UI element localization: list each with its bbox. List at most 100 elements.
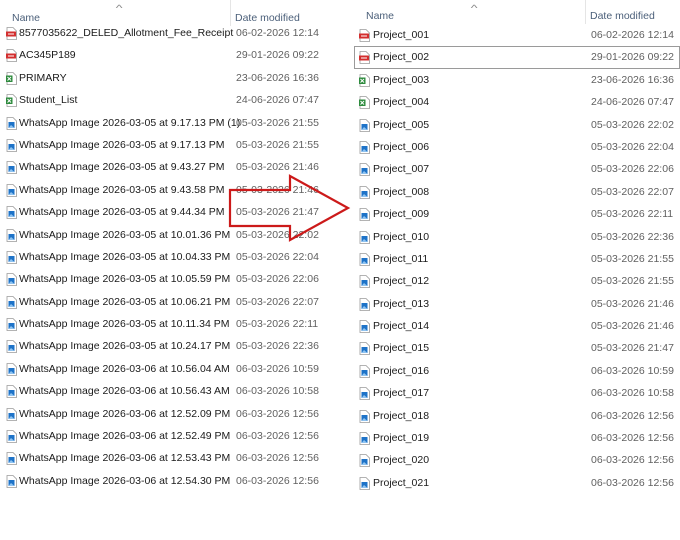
file-row[interactable]: Project_002 29-01-2026 09:22 (354, 46, 680, 69)
image-icon (359, 208, 370, 222)
right-file-list: ^ Name Date modified Project_001 06-02-20… (354, 0, 680, 540)
file-name: WhatsApp Image 2026-03-05 at 10.06.21 PM (19, 295, 231, 308)
file-row[interactable]: WhatsApp Image 2026-03-06 at 10.56.43 AM… (0, 380, 346, 402)
file-row[interactable]: Project_005 05-03-2026 22:02 (354, 114, 680, 136)
file-row[interactable]: WhatsApp Image 2026-03-05 at 10.05.59 PM… (0, 268, 346, 290)
file-row[interactable]: WhatsApp Image 2026-03-05 at 9.43.27 PM 0… (0, 156, 346, 178)
file-row[interactable]: WhatsApp Image 2026-03-05 at 10.06.21 PM… (0, 291, 346, 313)
file-name: Project_013 (373, 297, 430, 310)
file-name: Project_009 (373, 208, 430, 221)
file-date-modified: 06-02-2026 12:14 (591, 29, 674, 41)
file-row[interactable]: WhatsApp Image 2026-03-06 at 10.56.04 AM… (0, 358, 346, 380)
file-date-modified: 24-06-2026 07:47 (591, 96, 674, 109)
file-row[interactable]: Project_015 05-03-2026 21:47 (354, 337, 680, 359)
file-date-modified: 05-03-2026 22:11 (236, 318, 319, 331)
file-name: Project_004 (373, 96, 430, 109)
image-icon (6, 139, 17, 152)
file-name: WhatsApp Image 2026-03-05 at 10.04.33 PM (19, 250, 231, 263)
file-row[interactable]: WhatsApp Image 2026-03-06 at 12.52.49 PM… (0, 425, 346, 447)
file-row[interactable]: Project_016 06-03-2026 10:59 (354, 360, 680, 382)
image-icon (6, 362, 17, 376)
file-name: Project_015 (373, 342, 430, 355)
file-date-modified: 05-03-2026 22:02 (591, 118, 674, 131)
pdf-icon (6, 49, 17, 63)
file-row[interactable]: Project_001 06-02-2026 12:14 (354, 24, 680, 46)
file-name: Project_017 (373, 387, 430, 400)
file-row[interactable]: Project_013 05-03-2026 21:46 (354, 293, 680, 315)
image-icon (6, 340, 17, 354)
file-row[interactable]: Project_008 05-03-2026 22:07 (354, 181, 680, 203)
file-row[interactable]: Project_007 05-03-2026 22:06 (354, 158, 680, 180)
file-row[interactable]: Project_004 24-06-2026 07:47 (354, 91, 680, 113)
file-date-modified: 05-03-2026 21:55 (236, 138, 319, 151)
file-row[interactable]: WhatsApp Image 2026-03-06 at 12.54.30 PM… (0, 470, 346, 492)
file-name: Project_007 (373, 163, 430, 176)
column-header-row: ^ Name Date modified (354, 0, 680, 24)
file-row[interactable]: WhatsApp Image 2026-03-05 at 9.43.58 PM 0… (0, 179, 346, 201)
file-rows: 8577035622_DELED_Allotment_Fee_Receipt 06… (0, 22, 346, 492)
file-date-modified: 05-03-2026 21:46 (591, 320, 674, 333)
sort-ascending-icon[interactable]: ^ (116, 3, 123, 13)
file-name: WhatsApp Image 2026-03-06 at 12.52.09 PM (19, 407, 231, 420)
file-date-modified: 06-03-2026 10:59 (591, 364, 674, 377)
file-date-modified: 05-03-2026 22:06 (591, 163, 674, 176)
file-row[interactable]: Project_019 06-03-2026 12:56 (354, 427, 680, 449)
file-row[interactable]: WhatsApp Image 2026-03-05 at 10.01.36 PM… (0, 224, 346, 246)
file-name: WhatsApp Image 2026-03-06 at 12.53.43 PM (19, 452, 231, 465)
file-date-modified: 05-03-2026 21:46 (591, 297, 674, 310)
file-row[interactable]: WhatsApp Image 2026-03-06 at 12.53.43 PM… (0, 447, 346, 469)
file-row[interactable]: WhatsApp Image 2026-03-05 at 10.11.34 PM… (0, 313, 346, 335)
spreadsheet-icon (359, 96, 370, 110)
file-name: WhatsApp Image 2026-03-05 at 10.01.36 PM (19, 228, 231, 241)
file-row[interactable]: Project_011 05-03-2026 21:55 (354, 248, 680, 270)
sort-ascending-icon[interactable]: ^ (471, 3, 478, 13)
image-icon (359, 454, 370, 468)
file-name: Project_021 (373, 476, 430, 489)
image-icon (6, 206, 17, 220)
file-row[interactable]: Project_021 06-03-2026 12:56 (354, 472, 680, 494)
file-date-modified: 06-03-2026 12:56 (591, 476, 674, 489)
file-date-modified: 05-03-2026 21:55 (236, 116, 319, 129)
file-date-modified: 05-03-2026 22:07 (236, 295, 319, 308)
file-name: Project_018 (373, 409, 430, 422)
file-name: WhatsApp Image 2026-03-06 at 10.56.43 AM (19, 385, 230, 398)
file-row[interactable]: WhatsApp Image 2026-03-06 at 12.52.09 PM… (0, 403, 346, 425)
file-row[interactable]: Student_List 24-06-2026 07:47 (0, 89, 346, 111)
file-row[interactable]: Project_006 05-03-2026 22:04 (354, 136, 680, 158)
file-row[interactable]: WhatsApp Image 2026-03-05 at 9.17.13 PM … (0, 112, 346, 134)
file-name: WhatsApp Image 2026-03-05 at 10.05.59 PM (19, 273, 231, 286)
file-row[interactable]: WhatsApp Image 2026-03-05 at 10.24.17 PM… (0, 335, 346, 357)
file-row[interactable]: AC345P189 29-01-2026 09:22 (0, 44, 346, 66)
file-row[interactable]: PRIMARY 23-06-2026 16:36 (0, 67, 346, 89)
file-row[interactable]: WhatsApp Image 2026-03-05 at 9.17.13 PM 0… (0, 134, 346, 156)
file-row[interactable]: Project_009 05-03-2026 22:11 (354, 203, 680, 225)
column-header-name[interactable]: Name (366, 10, 394, 22)
file-row[interactable]: 8577035622_DELED_Allotment_Fee_Receipt 06… (0, 22, 346, 44)
column-header-date-modified[interactable]: Date modified (590, 10, 655, 22)
file-row[interactable]: WhatsApp Image 2026-03-05 at 10.04.33 PM… (0, 246, 346, 268)
file-row[interactable]: Project_010 05-03-2026 22:36 (354, 226, 680, 248)
file-row[interactable]: Project_020 06-03-2026 12:56 (354, 449, 680, 471)
image-icon (359, 297, 370, 311)
file-name: WhatsApp Image 2026-03-05 at 9.44.34 PM (19, 206, 225, 219)
column-separator[interactable] (585, 0, 586, 24)
file-name: Project_016 (373, 364, 430, 377)
file-row[interactable]: Project_003 23-06-2026 16:36 (354, 69, 680, 91)
file-date-modified: 05-03-2026 21:55 (591, 275, 674, 288)
file-row[interactable]: WhatsApp Image 2026-03-05 at 9.44.34 PM 0… (0, 201, 346, 223)
image-icon (359, 275, 370, 289)
left-file-list: ^ Name Date modified 8577035622_DELED_Al… (0, 0, 346, 540)
image-icon (6, 385, 17, 399)
spreadsheet-icon (359, 73, 370, 87)
file-row[interactable]: Project_014 05-03-2026 21:46 (354, 315, 680, 337)
pdf-icon (6, 27, 17, 40)
file-name: WhatsApp Image 2026-03-06 at 12.54.30 PM (19, 474, 231, 487)
file-row[interactable]: Project_017 06-03-2026 10:58 (354, 382, 680, 404)
file-row[interactable]: Project_018 06-03-2026 12:56 (354, 405, 680, 427)
file-date-modified: 05-03-2026 22:04 (236, 250, 319, 263)
file-row[interactable]: Project_012 05-03-2026 21:55 (354, 270, 680, 292)
file-name: Project_003 (373, 73, 430, 86)
file-name: Project_014 (373, 320, 430, 333)
file-name: WhatsApp Image 2026-03-05 at 9.43.58 PM (19, 183, 225, 196)
image-icon (6, 295, 17, 309)
